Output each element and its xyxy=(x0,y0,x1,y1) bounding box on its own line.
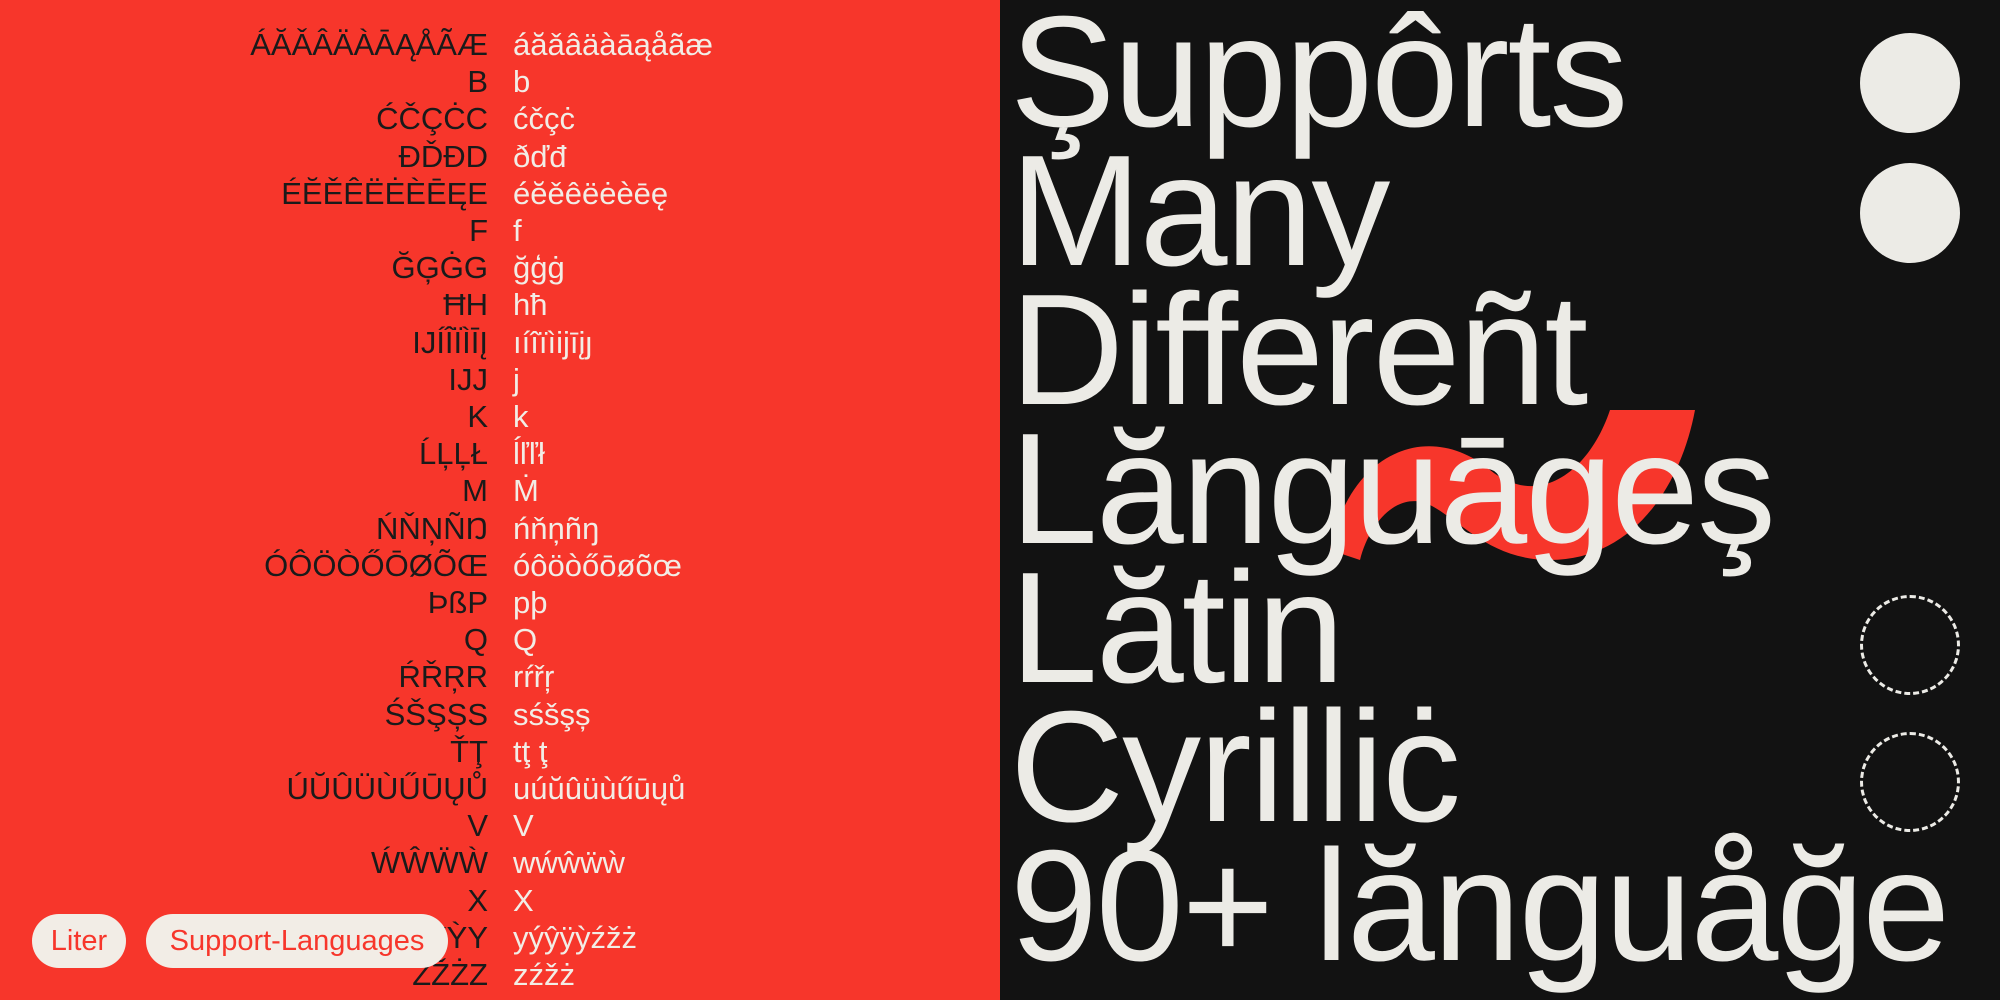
uppercase-glyphs: IJÍÎÏÌĪĮ xyxy=(412,324,488,360)
glyph-row: IJÍÎÏÌĪĮ ıíîïìijīįȷ xyxy=(0,324,1000,361)
glyph-row: ÓÔÖÒŐŌØÕŒ óôöòőōøõœ xyxy=(0,547,1000,584)
uppercase-glyphs: ÚŬÛÜÙŰŪŲŮ xyxy=(286,771,489,806)
uppercase-glyphs: ĦH xyxy=(443,287,488,323)
glyph-row: Ff xyxy=(0,212,1000,249)
glyph-row: QQ xyxy=(0,621,1000,658)
uppercase-glyphs: ŚŠŞȘS xyxy=(384,696,488,732)
headline-line: Şuppôrts xyxy=(1010,0,1628,160)
glyph-row: ŚŠŞȘS sśšşș xyxy=(0,696,1000,733)
headline-line: Cyrilliċ xyxy=(1010,679,1461,855)
uppercase-glyphs: ĹĻĻŁ xyxy=(419,436,488,472)
uppercase-glyphs: ŃŇŅÑŊ xyxy=(376,510,488,546)
lowercase-glyphs: ğģġ xyxy=(513,250,565,286)
uppercase-glyphs: M xyxy=(462,473,488,509)
lowercase-glyphs: Q xyxy=(513,622,538,658)
headline-line: Lătin xyxy=(1010,540,1345,716)
lowercase-glyphs: f xyxy=(513,213,522,248)
glyph-row: ĦH hħ xyxy=(0,286,1000,323)
uppercase-glyphs: ĞĢĠG xyxy=(391,250,488,286)
glyph-row: IJJ j xyxy=(0,361,1000,398)
glyph-row: ĞĢĠG ğģġ xyxy=(0,249,1000,286)
glyph-row: Kk xyxy=(0,398,1000,435)
glyph-row: ŤŢ tţ ţ xyxy=(0,733,1000,770)
lowercase-glyphs: V xyxy=(513,808,534,844)
uppercase-glyphs: ÁĂǍÂÄÀĀĄÅÃÆ xyxy=(250,27,488,62)
uppercase-glyphs: F xyxy=(469,213,488,248)
glyph-row: ẂŴẄẀ wẃŵẅẁ xyxy=(0,844,1000,881)
lowercase-glyphs: Ṁ xyxy=(513,473,539,509)
glyph-row: ÉĔĚÊËĖÈĒĘE éĕěêëėèēę xyxy=(0,175,1000,212)
uppercase-glyphs: ÞßP xyxy=(427,585,488,620)
uppercase-glyphs: ŔŘŖR xyxy=(398,659,488,695)
headline-line: Lănguāgeş xyxy=(1010,401,1776,577)
lowercase-glyphs: k xyxy=(513,399,529,434)
lowercase-glyphs: óôöòőōøõœ xyxy=(513,547,682,583)
tag-support-languages[interactable]: Support-Languages xyxy=(146,914,448,968)
glyph-row: ŔŘŖR rŕřŗ xyxy=(0,658,1000,695)
glyph-row: ĹĻĻŁ ĺľľł xyxy=(0,435,1000,472)
uppercase-glyphs: IJJ xyxy=(448,361,488,397)
lowercase-glyphs: rŕřŗ xyxy=(513,659,555,695)
glyph-row: XX xyxy=(0,882,1000,919)
lowercase-glyphs: j xyxy=(513,361,520,397)
uppercase-glyphs: V xyxy=(467,808,488,844)
glyph-row: Bb xyxy=(0,63,1000,100)
lowercase-glyphs: ıíîïìijīįȷ xyxy=(513,324,593,360)
lowercase-glyphs: ðďđ xyxy=(513,138,567,174)
headline-line: 90+ lănguåğe xyxy=(1010,818,1950,994)
glyph-row: ŃŇŅÑŊ ńňņñŋ xyxy=(0,510,1000,547)
glyph-row: ÚŬÛÜÙŰŪŲŮ uúŭûüùűūųů xyxy=(0,770,1000,807)
tag-liter[interactable]: Liter xyxy=(32,914,126,968)
headline-panel: Şuppôrts Many Differeñt Lănguāgeş Lătin Cyril… xyxy=(1000,0,2000,1000)
headline-line: Differeñt xyxy=(1010,262,1588,438)
uppercase-glyphs: ÉĔĚÊËĖÈĒĘE xyxy=(281,175,488,211)
glyph-row: ÁĂǍÂÄÀĀĄÅÃÆ áăǎâäàāąåãæ xyxy=(0,26,1000,63)
lowercase-glyphs: b xyxy=(513,64,531,100)
solid-circle-1 xyxy=(1860,33,1960,133)
lowercase-glyphs: hħ xyxy=(513,287,548,323)
lowercase-glyphs: ĺľľł xyxy=(513,436,545,472)
dashed-circle-1 xyxy=(1860,595,1960,695)
uppercase-glyphs: ẂŴẄẀ xyxy=(370,845,488,881)
lowercase-glyphs: zźžż xyxy=(513,957,575,992)
uppercase-glyphs: ĆČÇĊC xyxy=(376,101,488,137)
lowercase-glyphs: ćčçċ xyxy=(513,101,575,137)
uppercase-glyphs: ŤŢ xyxy=(450,733,488,769)
lowercase-glyphs: ńňņñŋ xyxy=(513,510,600,546)
glyph-row: ŹŽŻZ zźžż xyxy=(0,956,1000,993)
glyph-row: ÞßP pþ xyxy=(0,584,1000,621)
uppercase-glyphs: Q xyxy=(463,622,488,658)
uppercase-glyphs: ĐĎĐD xyxy=(398,138,488,174)
lowercase-glyphs: pþ xyxy=(513,585,548,620)
lowercase-glyphs: tţ ţ xyxy=(513,733,548,769)
uppercase-glyphs: X xyxy=(467,882,488,918)
lowercase-glyphs: X xyxy=(513,882,534,918)
uppercase-glyphs: B xyxy=(467,64,488,100)
dashed-circle-2 xyxy=(1860,732,1960,832)
glyph-row: ĆČÇĊC ćčçċ xyxy=(0,100,1000,137)
lowercase-glyphs: uúŭûüùűūųů xyxy=(513,771,686,806)
lowercase-glyphs: áăǎâäàāąåãæ xyxy=(513,27,713,62)
glyph-row: ĐĎĐD ðďđ xyxy=(0,138,1000,175)
lowercase-glyphs: sśšşș xyxy=(513,696,591,732)
lowercase-glyphs: éĕěêëėèēę xyxy=(513,175,669,211)
lowercase-glyphs: yýŷÿỳźžż xyxy=(513,919,637,955)
lowercase-glyphs: wẃŵẅẁ xyxy=(513,845,625,881)
solid-circle-2 xyxy=(1860,163,1960,263)
uppercase-glyphs: ÓÔÖÒŐŌØÕŒ xyxy=(264,547,488,583)
glyph-row: MṀ xyxy=(0,472,1000,509)
glyph-row: VV xyxy=(0,807,1000,844)
uppercase-glyphs: K xyxy=(467,399,488,434)
glyph-panel: ÁĂǍÂÄÀĀĄÅÃÆ áăǎâäàāąåãæ Bb ĆČÇĊC ćčçċ ĐĎĐD ðďđ… xyxy=(0,0,1000,1000)
headline-line: Many xyxy=(1010,123,1390,299)
